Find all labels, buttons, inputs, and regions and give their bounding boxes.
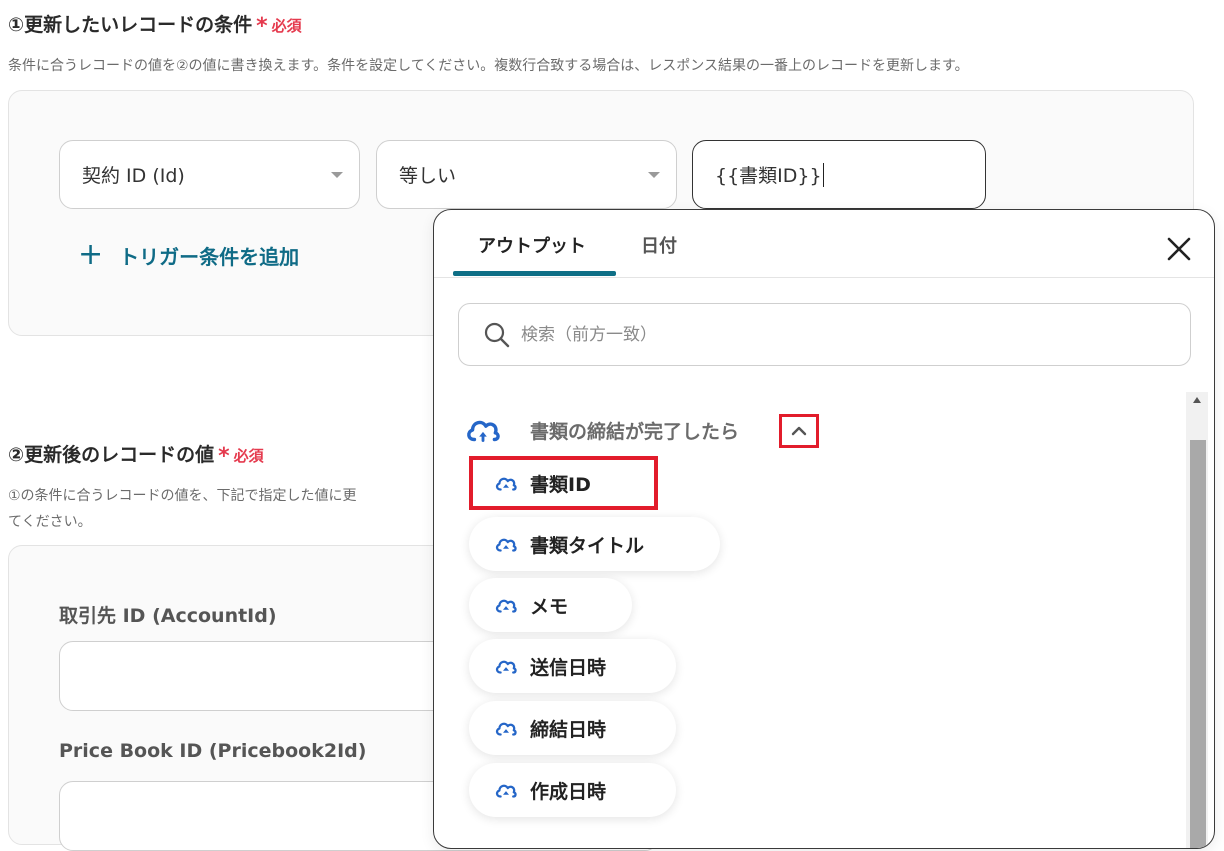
section2-title-text: ②更新後のレコードの値 [8, 444, 215, 466]
cloud-icon [495, 477, 517, 491]
output-item-document-id[interactable]: 書類ID [469, 456, 658, 510]
search-box [458, 303, 1191, 366]
required-badge: 必須 [271, 17, 302, 35]
output-item-signed-datetime[interactable]: 締結日時 [469, 701, 676, 755]
section2-description-line2: てください。 [8, 514, 92, 530]
chevron-down-icon [648, 172, 660, 178]
output-item-label: メモ [530, 595, 569, 618]
section1-title-text: ①更新したいレコードの条件 [8, 14, 253, 36]
output-item-label: 送信日時 [530, 656, 607, 679]
cloud-icon [495, 722, 517, 736]
add-condition-label: トリガー条件を追加 [119, 244, 300, 269]
collapse-toggle[interactable] [779, 414, 819, 448]
scroll-up-arrow[interactable] [1193, 397, 1201, 403]
cloud-icon [495, 538, 517, 552]
field-select[interactable]: 契約 ID (Id) [59, 140, 360, 209]
output-item-label: 書類ID [530, 473, 591, 496]
chevron-down-icon [331, 172, 343, 178]
output-picker-popup: アウトプット 日付 書類の締結が完了したら 書類I [433, 209, 1215, 849]
cloud-icon [467, 420, 500, 442]
tab-date[interactable]: 日付 [641, 232, 677, 258]
group-label: 書類の締結が完了したら [530, 420, 740, 443]
tab-output[interactable]: アウトプット [478, 232, 586, 258]
condition-value-input[interactable]: {{書類ID}} [692, 140, 986, 209]
active-tab-indicator [453, 271, 616, 276]
pricebook-id-label: Price Book ID (Pricebook2Id) [59, 740, 367, 762]
output-item-label: 締結日時 [530, 718, 607, 741]
section2-title: ②更新後のレコードの値 * 必須 [8, 440, 264, 469]
condition-value-text: {{書類ID}} [715, 165, 822, 187]
required-mark: * [218, 444, 230, 469]
tab-divider [434, 277, 1214, 278]
required-mark: * [256, 14, 268, 39]
account-id-label: 取引先 ID (AccountId) [59, 605, 277, 627]
output-item-label: 作成日時 [530, 780, 607, 803]
section2-description-line1: ①の条件に合うレコードの値を、下記で指定した値に更 [8, 488, 357, 504]
group-header: 書類の締結が完了したら [464, 415, 739, 445]
add-condition-button[interactable]: + トリガー条件を追加 [78, 240, 299, 270]
plus-icon: + [78, 237, 104, 272]
output-item-memo[interactable]: メモ [469, 578, 632, 632]
output-item-document-title[interactable]: 書類タイトル [469, 517, 720, 571]
cloud-icon [495, 599, 517, 613]
required-badge: 必須 [233, 447, 264, 465]
operator-select-value: 等しい [399, 165, 457, 187]
cloud-icon [495, 660, 517, 674]
chevron-up-icon [791, 426, 807, 436]
output-item-sent-datetime[interactable]: 送信日時 [469, 639, 676, 693]
text-cursor [822, 162, 824, 187]
section1-title: ①更新したいレコードの条件 * 必須 [8, 10, 302, 39]
search-icon [484, 322, 510, 347]
output-item-created-datetime[interactable]: 作成日時 [469, 763, 676, 817]
scrollbar-thumb[interactable] [1190, 440, 1206, 848]
operator-select[interactable]: 等しい [376, 140, 677, 209]
search-input[interactable] [519, 323, 1119, 346]
cloud-icon [495, 784, 517, 798]
output-item-label: 書類タイトル [530, 534, 645, 557]
close-button[interactable] [1164, 234, 1194, 264]
close-icon [1167, 237, 1191, 261]
field-select-value: 契約 ID (Id) [82, 165, 185, 187]
section1-description: 条件に合うレコードの値を②の値に書き換えます。条件を設定してください。複数行合致… [8, 58, 969, 74]
